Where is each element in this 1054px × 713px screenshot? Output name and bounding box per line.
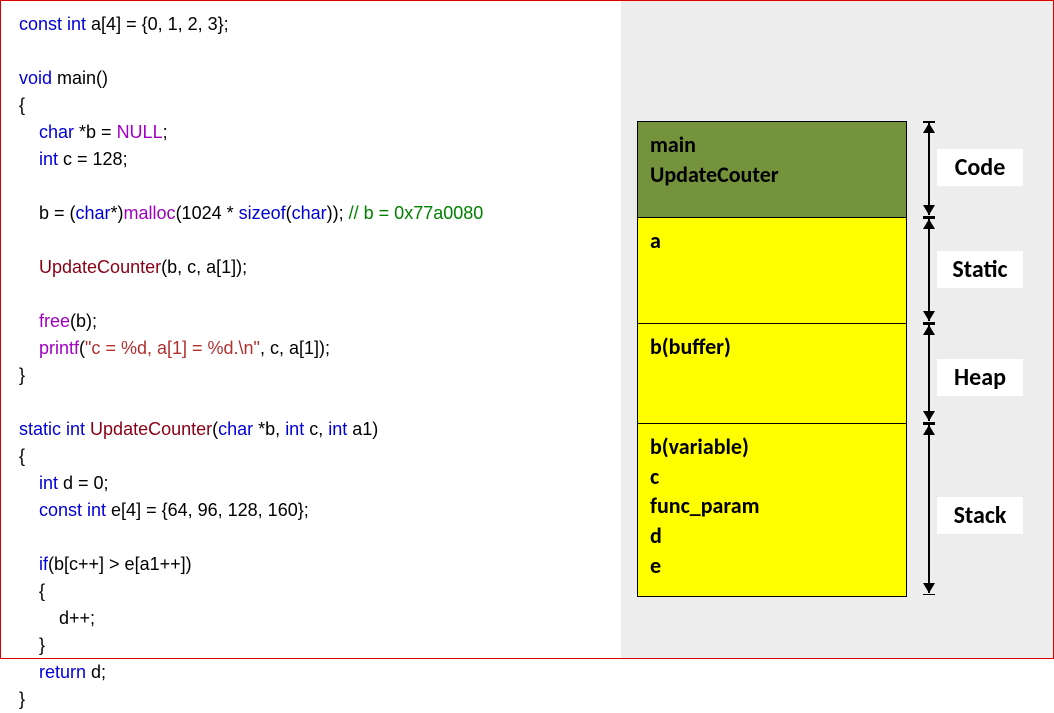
- kw-int: int: [67, 14, 86, 34]
- memory-segment-stack: b(variable) c func_param d e: [638, 424, 906, 596]
- fn-update-counter: UpdateCounter: [90, 419, 212, 439]
- code-text: , c, a[1]);: [260, 338, 330, 358]
- bracket-static: [923, 217, 935, 323]
- memory-segment-code: main UpdateCouter: [638, 122, 906, 218]
- memory-diagram: main UpdateCouter a b(buffer) b(variable…: [621, 1, 1053, 658]
- kw-char: char: [292, 203, 327, 223]
- code-text: (1024 *: [176, 203, 239, 223]
- comment: // b = 0x77a0080: [349, 203, 484, 223]
- code-text: d++;: [19, 608, 95, 628]
- mem-item: d: [650, 521, 894, 551]
- kw-sizeof: sizeof: [239, 203, 286, 223]
- kw-char: char: [218, 419, 253, 439]
- kw-int: int: [285, 419, 304, 439]
- kw-void: void: [19, 68, 52, 88]
- mem-item: c: [650, 462, 894, 492]
- code-text: a1): [347, 419, 378, 439]
- kw-char: char: [76, 203, 111, 223]
- memory-segment-heap: b(buffer): [638, 324, 906, 424]
- mem-item: e: [650, 551, 894, 581]
- string-literal: "c = %d, a[1] = %d.\n": [85, 338, 260, 358]
- code-text: c = 128;: [58, 149, 128, 169]
- diagram-frame: const int a[4] = {0, 1, 2, 3}; void main…: [0, 0, 1054, 659]
- label-static: Static: [937, 251, 1023, 288]
- code-text: {: [19, 446, 25, 466]
- code-text: main(): [52, 68, 108, 88]
- kw-const: const: [19, 500, 87, 520]
- code-text: }: [19, 635, 45, 655]
- bracket-code: [923, 121, 935, 217]
- code-text: c,: [304, 419, 328, 439]
- kw-if: if: [19, 554, 48, 574]
- kw-static: static: [19, 419, 66, 439]
- code-text: (b);: [70, 311, 97, 331]
- macro-null: NULL: [117, 122, 163, 142]
- fn-free: free: [39, 311, 70, 331]
- code-text: (b, c, a[1]);: [161, 257, 247, 277]
- code-text: {: [19, 95, 25, 115]
- code-text: (b[c++] > e[a1++]): [48, 554, 192, 574]
- code-text: {: [19, 581, 45, 601]
- code-text: [19, 311, 39, 331]
- code-text: [19, 338, 39, 358]
- kw-int: int: [87, 500, 106, 520]
- code-text: }: [19, 365, 25, 385]
- label-code: Code: [937, 149, 1023, 186]
- fn-update-counter: UpdateCounter: [39, 257, 161, 277]
- code-text: }: [19, 689, 25, 709]
- fn-malloc: malloc: [124, 203, 176, 223]
- code-text: d = 0;: [58, 473, 109, 493]
- bracket-stack: [923, 423, 935, 595]
- code-text: b = (: [19, 203, 76, 223]
- kw-const: const: [19, 14, 67, 34]
- mem-item: b(buffer): [650, 332, 894, 362]
- code-text: [19, 257, 39, 277]
- code-text: *b =: [74, 122, 117, 142]
- kw-int: int: [66, 419, 85, 439]
- code-text: ;: [163, 122, 168, 142]
- memory-segment-static: a: [638, 218, 906, 324]
- mem-item: func_param: [650, 491, 894, 521]
- code-text: a[4] = {0, 1, 2, 3};: [86, 14, 229, 34]
- kw-return: return: [19, 662, 86, 682]
- mem-item: a: [650, 226, 894, 256]
- code-listing: const int a[4] = {0, 1, 2, 3}; void main…: [1, 1, 621, 658]
- code-text: *b,: [253, 419, 285, 439]
- label-stack: Stack: [937, 497, 1023, 534]
- kw-char: char: [19, 122, 74, 142]
- code-text: ));: [327, 203, 349, 223]
- memory-table: main UpdateCouter a b(buffer) b(variable…: [637, 121, 907, 597]
- kw-int: int: [328, 419, 347, 439]
- kw-int: int: [19, 473, 58, 493]
- label-heap: Heap: [937, 359, 1023, 396]
- mem-item: UpdateCouter: [650, 160, 894, 190]
- mem-item: main: [650, 130, 894, 160]
- mem-item: b(variable): [650, 432, 894, 462]
- code-text: *): [111, 203, 124, 223]
- kw-int: int: [19, 149, 58, 169]
- bracket-heap: [923, 323, 935, 423]
- code-text: d;: [86, 662, 106, 682]
- fn-printf: printf: [39, 338, 79, 358]
- code-text: e[4] = {64, 96, 128, 160};: [106, 500, 309, 520]
